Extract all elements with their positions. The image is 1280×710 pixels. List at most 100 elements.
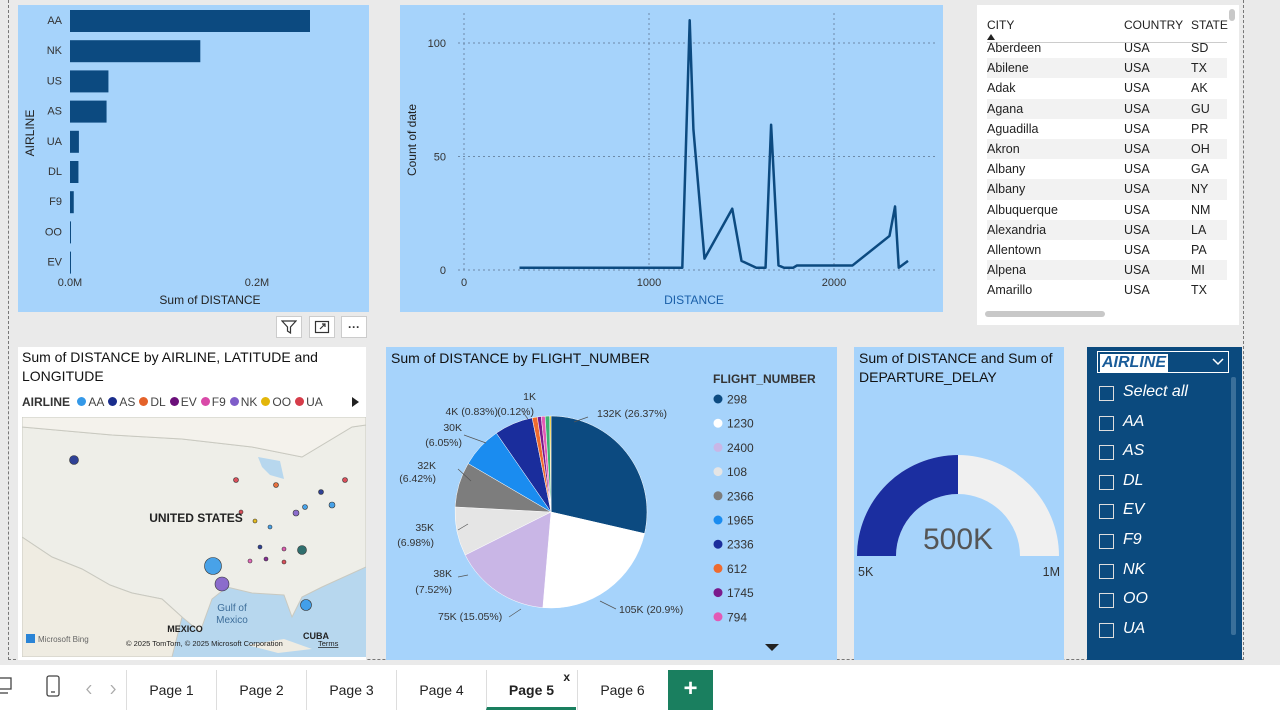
- checkbox[interactable]: [1099, 474, 1114, 490]
- map-visual[interactable]: Sum of DISTANCE by AIRLINE, LATITUDE and…: [18, 347, 366, 660]
- map-bubble[interactable]: [302, 504, 308, 510]
- map-legend-item[interactable]: AS: [108, 395, 135, 409]
- bar-AA[interactable]: [70, 10, 310, 32]
- map-bubble[interactable]: [342, 477, 348, 483]
- tab-scroll-left-icon[interactable]: [86, 685, 92, 694]
- close-tab-icon[interactable]: x: [563, 657, 570, 697]
- checkbox[interactable]: [1099, 386, 1114, 401]
- map-bubble[interactable]: [300, 599, 312, 611]
- flight-number-pie-chart[interactable]: Sum of DISTANCE by FLIGHT_NUMBER 132K (2…: [386, 347, 837, 660]
- tab-page-3[interactable]: Page 3: [306, 670, 396, 710]
- table-row[interactable]: Akron USA OH: [987, 139, 1227, 160]
- table-row[interactable]: Albany USA GA: [987, 159, 1227, 179]
- count-of-date-line[interactable]: [519, 19, 909, 269]
- gauge-visual[interactable]: Sum of DISTANCE and Sum of DEPARTURE_DEL…: [854, 347, 1064, 660]
- bar-F9[interactable]: [70, 191, 74, 214]
- tab-page-6[interactable]: Page 6: [577, 670, 667, 710]
- pie-legend-label[interactable]: 2400: [727, 441, 754, 455]
- map-bubble[interactable]: [273, 482, 279, 488]
- pie-legend-label[interactable]: 1230: [727, 417, 754, 431]
- map-bubble[interactable]: [257, 544, 263, 550]
- bar-EV[interactable]: [70, 251, 71, 274]
- column-header-country[interactable]: COUNTRY: [1124, 18, 1183, 32]
- column-header-state[interactable]: STATE: [1191, 18, 1228, 32]
- pie-legend-label[interactable]: 1745: [727, 586, 754, 600]
- pie-legend-label[interactable]: 2336: [727, 538, 754, 552]
- vertical-scrollbar[interactable]: [1229, 9, 1235, 21]
- mobile-view-icon[interactable]: [46, 675, 60, 697]
- pie-legend-label[interactable]: 298: [727, 393, 747, 407]
- desktop-view-icon[interactable]: [0, 677, 12, 695]
- table-row[interactable]: Agana USA GU: [987, 98, 1227, 119]
- checkbox[interactable]: [1099, 563, 1114, 579]
- bar-OO[interactable]: [70, 221, 71, 244]
- more-options-button[interactable]: ···: [341, 316, 367, 338]
- map-bubble[interactable]: [69, 455, 79, 465]
- bar-NK[interactable]: [70, 40, 201, 63]
- map-bubble[interactable]: [267, 524, 273, 530]
- tab-page-5[interactable]: Page 5x: [486, 670, 576, 710]
- tab-page-2[interactable]: Page 2: [216, 670, 306, 710]
- airline-slicer[interactable]: AIRLINE Select all AA AS DL EV F9 NK OO UA: [1087, 347, 1242, 660]
- table-row[interactable]: Amarillo USA TX: [987, 280, 1227, 300]
- map-legend-item[interactable]: EV: [169, 395, 197, 409]
- table-row[interactable]: Adak USA AK: [987, 78, 1227, 98]
- map-canvas[interactable]: UNITED STATESGulf ofMexicoMEXICOCUBAMicr…: [22, 417, 366, 657]
- tab-page-1[interactable]: Page 1: [126, 670, 216, 710]
- checkbox[interactable]: [1099, 534, 1114, 549]
- map-bubble[interactable]: [328, 501, 336, 509]
- distance-line-chart[interactable]: 100 50 0 0 1000 2000 Count of date DISTANCE: [400, 5, 943, 312]
- map-bubble[interactable]: [247, 558, 253, 564]
- column-header-city[interactable]: CITY: [987, 18, 1014, 32]
- table-row[interactable]: Aguadilla USA PR: [987, 119, 1227, 139]
- checkbox[interactable]: [1099, 622, 1114, 638]
- pie-legend-label[interactable]: 108: [727, 465, 747, 479]
- bar-DL[interactable]: [70, 161, 79, 183]
- table-row[interactable]: Aberdeen USA SD: [987, 38, 1227, 58]
- map-bubble[interactable]: [252, 518, 258, 524]
- map-bubble[interactable]: [318, 489, 324, 495]
- pie-legend-label[interactable]: 1965: [727, 514, 754, 528]
- map-legend-item[interactable]: UA: [295, 395, 323, 409]
- map-bubble[interactable]: [297, 545, 307, 555]
- pie-legend-label[interactable]: 2366: [727, 489, 754, 503]
- table-row[interactable]: Albany USA NY: [987, 179, 1227, 200]
- checkbox[interactable]: [1099, 415, 1114, 431]
- horizontal-scrollbar[interactable]: [985, 311, 1105, 317]
- map-legend-item[interactable]: NK: [229, 395, 257, 409]
- bar-AS[interactable]: [70, 100, 107, 123]
- map-bubble[interactable]: [263, 556, 269, 562]
- map-bubble[interactable]: [292, 509, 300, 517]
- map-bubble[interactable]: [281, 546, 287, 552]
- tab-page-4[interactable]: Page 4: [396, 670, 486, 710]
- airline-bar-chart[interactable]: AA NK US AS UA DL F9 OO EV AIRLINE 0.0M 0.2M Sum of …: [18, 5, 369, 312]
- bar-US[interactable]: [70, 70, 109, 93]
- focus-mode-icon[interactable]: [309, 316, 335, 338]
- city-table[interactable]: CITY COUNTRY STATE Aberdeen USA SD Abilene U…: [977, 5, 1239, 325]
- slicer-scrollbar[interactable]: [1231, 377, 1236, 635]
- checkbox[interactable]: [1099, 445, 1114, 461]
- map-legend-item[interactable]: F9: [200, 395, 226, 409]
- tab-scroll-right-icon[interactable]: [110, 685, 116, 694]
- table-row[interactable]: Allentown USA PA: [987, 240, 1227, 260]
- map-legend-item[interactable]: DL: [139, 395, 166, 409]
- map-bubble[interactable]: [233, 477, 239, 483]
- table-row[interactable]: Alexandria USA LA: [987, 219, 1227, 240]
- legend-next-icon[interactable]: [352, 397, 360, 407]
- map-bubble[interactable]: [204, 557, 222, 575]
- map-bubble[interactable]: [281, 559, 287, 565]
- checkbox[interactable]: [1099, 504, 1114, 520]
- filter-icon[interactable]: [276, 316, 302, 338]
- add-page-button[interactable]: +: [668, 670, 713, 710]
- bar-UA[interactable]: [70, 130, 79, 153]
- table-row[interactable]: Abilene USA TX: [987, 58, 1227, 79]
- table-row[interactable]: Albuquerque USA NM: [987, 200, 1227, 220]
- checkbox[interactable]: [1099, 593, 1114, 609]
- pie-legend-label[interactable]: 794: [727, 610, 747, 624]
- map-terms-link[interactable]: Terms: [318, 639, 339, 648]
- map-bubble[interactable]: [214, 576, 230, 592]
- table-row[interactable]: Alpena USA MI: [987, 260, 1227, 281]
- map-legend-item[interactable]: AA: [77, 395, 104, 409]
- pie-legend-label[interactable]: 612: [727, 562, 747, 576]
- slicer-dropdown[interactable]: AIRLINE: [1097, 351, 1229, 373]
